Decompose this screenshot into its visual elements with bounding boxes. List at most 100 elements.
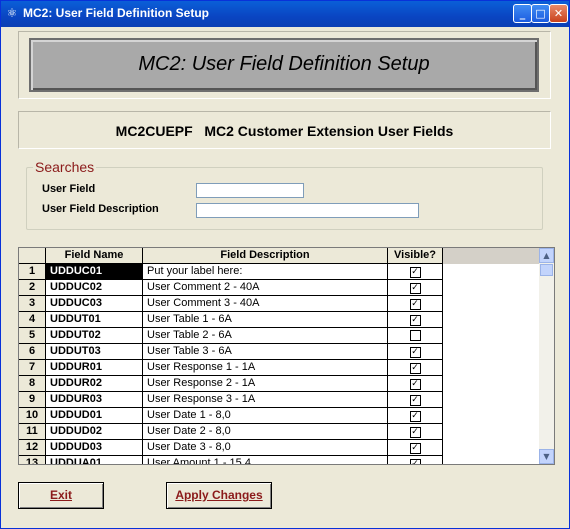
visible-cell: ✓ (388, 312, 443, 328)
table-row[interactable]: 8 UDDUR02 User Response 2 - 1A ✓ (19, 376, 539, 392)
user-fields-grid[interactable]: Field Name Field Description Visible? 1U… (18, 247, 555, 465)
visible-checkbox[interactable]: ✓ (409, 411, 421, 422)
visible-checkbox[interactable] (409, 330, 421, 341)
window-title: MC2: User Field Definition Setup (23, 6, 210, 20)
app-window: ⚛ MC2: User Field Definition Setup _ □ ✕… (0, 0, 570, 529)
row-number[interactable]: 5 (19, 328, 46, 344)
field-name-cell[interactable]: UDDUD03 (46, 440, 143, 456)
exit-button[interactable]: Exit (18, 482, 104, 509)
field-description-cell[interactable]: User Response 1 - 1A (143, 360, 388, 376)
table-row[interactable]: 9 UDDUR03 User Response 3 - 1A ✓ (19, 392, 539, 408)
column-header-visible[interactable]: Visible? (388, 248, 443, 264)
table-row[interactable]: 2 UDDUC02 User Comment 2 - 40A ✓ (19, 280, 539, 296)
app-icon: ⚛ (6, 6, 18, 20)
table-row[interactable]: 3 UDDUC03 User Comment 3 - 40A ✓ (19, 296, 539, 312)
row-number[interactable]: 7 (19, 360, 46, 376)
table-row[interactable]: 10 UDDUD01 User Date 1 - 8,0 ✓ (19, 408, 539, 424)
field-name-cell[interactable]: UDDUD01 (46, 408, 143, 424)
field-name-cell[interactable]: UDDUA01 (46, 456, 143, 464)
field-description-cell[interactable]: User Table 3 - 6A (143, 344, 388, 360)
grid-header: Field Name Field Description Visible? (19, 248, 554, 264)
field-name-cell[interactable]: UDDUT03 (46, 344, 143, 360)
row-number[interactable]: 1 (19, 264, 46, 280)
visible-checkbox[interactable]: ✓ (409, 379, 421, 390)
visible-cell: ✓ (388, 440, 443, 456)
visible-cell: ✓ (388, 344, 443, 360)
field-description-cell[interactable]: User Comment 2 - 40A (143, 280, 388, 296)
visible-cell (388, 328, 443, 344)
field-name-cell[interactable]: UDDUT02 (46, 328, 143, 344)
visible-checkbox[interactable]: ✓ (409, 363, 421, 374)
field-name-cell[interactable]: UDDUC03 (46, 296, 143, 312)
row-number[interactable]: 11 (19, 424, 46, 440)
table-row[interactable]: 13 UDDUA01 User Amount 1 - 15,4 ✓ (19, 456, 539, 464)
table-row[interactable]: 11 UDDUD02 User Date 2 - 8,0 ✓ (19, 424, 539, 440)
searches-group: Searches User Field User Field Descripti… (26, 159, 543, 230)
row-number[interactable]: 9 (19, 392, 46, 408)
visible-checkbox[interactable]: ✓ (409, 267, 421, 278)
user-field-input[interactable] (196, 183, 304, 198)
table-row[interactable]: 5 UDDUT02 User Table 2 - 6A (19, 328, 539, 344)
grid-scrollbar[interactable]: ▲ ▼ (539, 248, 554, 464)
file-info-panel: MC2CUEPF MC2 Customer Extension User Fie… (18, 111, 551, 149)
visible-checkbox[interactable]: ✓ (409, 395, 421, 406)
table-row[interactable]: 7 UDDUR01 User Response 1 - 1A ✓ (19, 360, 539, 376)
visible-checkbox[interactable]: ✓ (409, 315, 421, 326)
searches-legend: Searches (33, 159, 97, 175)
field-name-cell[interactable]: UDDUR01 (46, 360, 143, 376)
maximize-icon[interactable]: □ (531, 4, 550, 23)
row-number-header (19, 248, 46, 264)
visible-checkbox[interactable]: ✓ (409, 283, 421, 294)
row-number[interactable]: 6 (19, 344, 46, 360)
visible-checkbox[interactable]: ✓ (409, 299, 421, 310)
table-row[interactable]: 4 UDDUT01 User Table 1 - 6A ✓ (19, 312, 539, 328)
field-description-cell[interactable]: User Response 3 - 1A (143, 392, 388, 408)
header-banner: MC2: User Field Definition Setup (29, 38, 539, 92)
row-number[interactable]: 8 (19, 376, 46, 392)
file-info: MC2CUEPF MC2 Customer Extension User Fie… (19, 123, 550, 139)
field-description-cell[interactable]: User Amount 1 - 15,4 (143, 456, 388, 464)
scroll-thumb[interactable] (540, 264, 553, 276)
field-description-cell[interactable]: User Table 2 - 6A (143, 328, 388, 344)
field-description-cell[interactable]: User Table 1 - 6A (143, 312, 388, 328)
field-description-cell[interactable]: User Date 1 - 8,0 (143, 408, 388, 424)
field-name-cell[interactable]: UDDUR02 (46, 376, 143, 392)
row-number[interactable]: 3 (19, 296, 46, 312)
field-name-cell[interactable]: UDDUC02 (46, 280, 143, 296)
field-name-cell[interactable]: UDDUT01 (46, 312, 143, 328)
column-header-field-name[interactable]: Field Name (46, 248, 143, 264)
field-name-cell[interactable]: UDDUR03 (46, 392, 143, 408)
visible-cell: ✓ (388, 376, 443, 392)
visible-checkbox[interactable]: ✓ (409, 443, 421, 454)
visible-cell: ✓ (388, 424, 443, 440)
table-row[interactable]: 6 UDDUT03 User Table 3 - 6A ✓ (19, 344, 539, 360)
visible-cell: ✓ (388, 296, 443, 312)
visible-checkbox[interactable]: ✓ (409, 347, 421, 358)
user-field-description-input[interactable] (196, 203, 419, 218)
field-description-cell[interactable]: User Response 2 - 1A (143, 376, 388, 392)
title-bar[interactable]: ⚛ MC2: User Field Definition Setup _ □ ✕ (1, 1, 569, 27)
user-field-label: User Field (42, 183, 96, 195)
field-description-cell[interactable]: User Date 2 - 8,0 (143, 424, 388, 440)
field-name-cell[interactable]: UDDUC01 (46, 264, 143, 280)
field-name-cell[interactable]: UDDUD02 (46, 424, 143, 440)
field-description-cell[interactable]: User Comment 3 - 40A (143, 296, 388, 312)
visible-checkbox[interactable]: ✓ (409, 427, 421, 438)
table-row[interactable]: 12 UDDUD03 User Date 3 - 8,0 ✓ (19, 440, 539, 456)
row-number[interactable]: 2 (19, 280, 46, 296)
row-number[interactable]: 12 (19, 440, 46, 456)
minimize-icon[interactable]: _ (513, 4, 532, 23)
column-header-field-description[interactable]: Field Description (143, 248, 388, 264)
scroll-down-icon[interactable]: ▼ (539, 449, 554, 464)
row-number[interactable]: 4 (19, 312, 46, 328)
row-number[interactable]: 13 (19, 456, 46, 464)
close-icon[interactable]: ✕ (549, 4, 568, 23)
apply-changes-button[interactable]: Apply Changes (166, 482, 272, 509)
visible-checkbox[interactable]: ✓ (409, 459, 421, 464)
field-description-cell[interactable]: Put your label here: (143, 264, 388, 280)
scroll-up-icon[interactable]: ▲ (539, 248, 554, 263)
visible-cell: ✓ (388, 392, 443, 408)
field-description-cell[interactable]: User Date 3 - 8,0 (143, 440, 388, 456)
table-row[interactable]: 1 UDDUC01 Put your label here: ✓ (19, 264, 539, 280)
row-number[interactable]: 10 (19, 408, 46, 424)
